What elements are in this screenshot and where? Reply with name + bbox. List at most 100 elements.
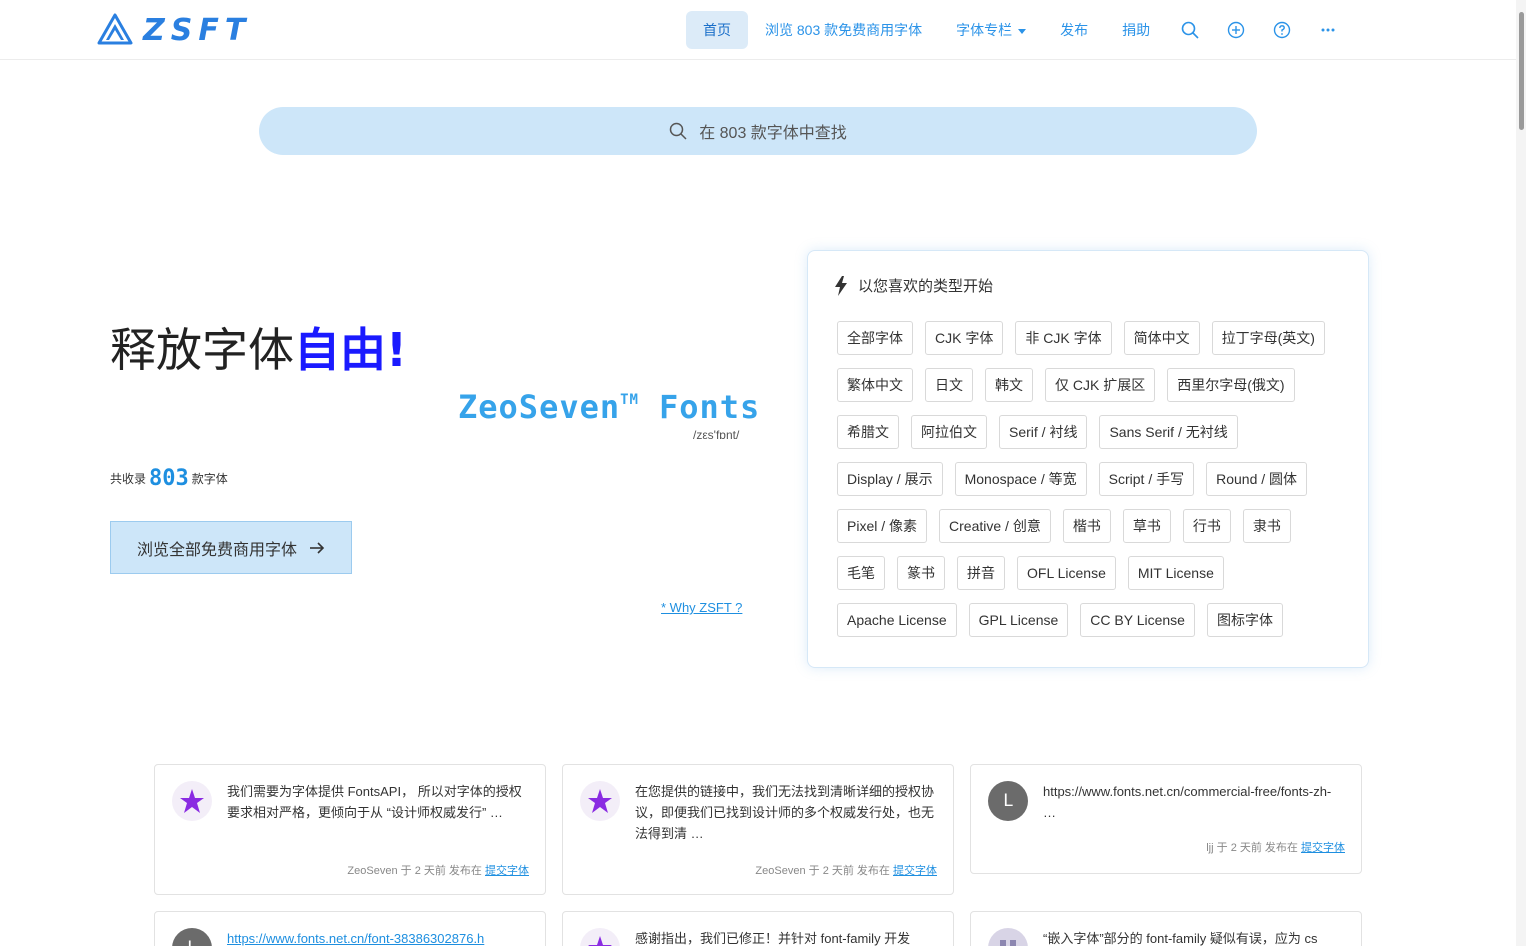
category-tag[interactable]: MIT License [1127, 556, 1224, 590]
comment-source-link[interactable]: 提交字体 [1301, 842, 1345, 854]
avatar [988, 928, 1028, 946]
hero-title: 释放字体自由! [110, 314, 407, 380]
scrollbar-thumb[interactable] [1519, 12, 1524, 130]
avatar [580, 928, 620, 946]
nav-font-columns-label: 字体专栏 [956, 22, 1013, 38]
site-logo[interactable]: ZSFT [97, 12, 252, 48]
comment-time: 于 2 天前 发布在 [808, 865, 890, 877]
category-tag[interactable]: 楷书 [1062, 509, 1111, 543]
hero-title-accent: 自由 [294, 323, 386, 377]
category-tag[interactable]: CC BY License [1080, 603, 1195, 637]
category-tag[interactable]: 拼音 [957, 556, 1005, 590]
comment-meta: ZeoSeven 于 2 天前 发布在 提交字体 [755, 862, 937, 878]
comment-card[interactable]: L https://www.fonts.net.cn/commercial-fr… [970, 764, 1362, 874]
category-tag[interactable]: Serif / 衬线 [999, 415, 1088, 449]
comment-source-link[interactable]: 提交字体 [485, 865, 529, 877]
comment-card[interactable]: 我们需要为字体提供 FontsAPI， 所以对字体的授权要求相对严格，更倾向于从… [154, 764, 546, 895]
comment-text: 我们需要为字体提供 FontsAPI， 所以对字体的授权要求相对严格，更倾向于从… [227, 784, 522, 820]
category-tag[interactable]: OFL License [1017, 556, 1116, 590]
main-nav: 首页 浏览 803 款免费商用字体 字体专栏 发布 捐助 [686, 11, 1351, 49]
help-icon[interactable] [1259, 11, 1305, 49]
category-tag[interactable]: GPL License [968, 603, 1069, 637]
category-tag[interactable]: 简体中文 [1123, 321, 1200, 355]
category-tag[interactable]: Round / 圆体 [1206, 462, 1308, 496]
category-tag[interactable]: CJK 字体 [925, 321, 1004, 355]
category-tag[interactable]: Script / 手写 [1098, 462, 1195, 496]
comment-time: 于 2 天前 发布在 [400, 865, 482, 877]
font-search-bar[interactable]: 在 803 款字体中查找 [259, 107, 1257, 155]
category-tag[interactable]: 拉丁字母(英文) [1211, 321, 1325, 355]
brand-phonetic: /zεs'fɒnt/ [693, 428, 740, 442]
category-tag[interactable]: 仅 CJK 扩展区 [1045, 368, 1156, 402]
browse-all-fonts-label: 浏览全部免费商用字体 [136, 541, 297, 559]
font-count-number: 803 [149, 466, 189, 491]
nav-font-columns[interactable]: 字体专栏 [939, 11, 1043, 49]
nav-donate[interactable]: 捐助 [1105, 11, 1167, 49]
hero-title-suffix: ! [386, 323, 407, 377]
font-count: 共收录 803 款字体 [110, 466, 228, 491]
browse-all-fonts-button[interactable]: 浏览全部免费商用字体 [110, 521, 352, 574]
category-tag[interactable]: 全部字体 [837, 321, 913, 355]
category-tag[interactable]: Sans Serif / 无衬线 [1099, 415, 1238, 449]
category-tag[interactable]: 行书 [1182, 509, 1231, 543]
star-avatar-icon [180, 789, 204, 813]
category-card: 以您喜欢的类型开始 全部字体 CJK 字体非 CJK 字体 简体中文 拉丁字母(英文)… [807, 250, 1369, 668]
comment-text[interactable]: https://www.fonts.net.cn/font-3838630287… [227, 928, 527, 946]
comment-text: https://www.fonts.net.cn/commercial-free… [1043, 784, 1332, 820]
category-tag[interactable]: 韩文 [985, 368, 1033, 402]
nav-publish[interactable]: 发布 [1043, 11, 1105, 49]
comment-source-link[interactable]: 提交字体 [893, 865, 937, 877]
search-icon [669, 122, 687, 140]
category-tag[interactable]: Monospace / 等宽 [954, 462, 1087, 496]
avatar [172, 781, 212, 821]
category-tag[interactable]: 篆书 [897, 556, 945, 590]
category-tag[interactable]: 繁体中文 [837, 368, 913, 402]
category-tag[interactable]: Pixel / 像素 [837, 509, 928, 543]
category-heading: 以您喜欢的类型开始 [834, 275, 993, 296]
font-count-prefix: 共收录 [110, 472, 147, 486]
more-icon[interactable] [1305, 11, 1351, 49]
category-tag[interactable]: Apache License [837, 603, 957, 637]
search-icon[interactable] [1167, 11, 1213, 49]
category-tags: 全部字体 CJK 字体非 CJK 字体 简体中文 拉丁字母(英文) 繁体中文 日文 韩文仅 … [837, 321, 1347, 637]
category-tag[interactable]: 毛笔 [837, 556, 885, 590]
lightning-icon [835, 275, 847, 296]
comment-author: ljj [1206, 842, 1214, 854]
font-count-suffix: 款字体 [191, 472, 228, 486]
comment-card[interactable]: 在您提供的链接中，我们无法找到清晰详细的授权协议，即便我们已找到设计师的多个权威… [562, 764, 954, 895]
category-tag[interactable]: 日文 [925, 368, 973, 402]
comment-meta: ljj 于 2 天前 发布在 提交字体 [1206, 839, 1345, 855]
why-zsft-link[interactable]: * Why ZSFT ? [661, 600, 742, 615]
logo-mark-icon [97, 13, 133, 45]
nav-browse-fonts[interactable]: 浏览 803 款免费商用字体 [748, 11, 939, 49]
comment-card[interactable]: L https://www.fonts.net.cn/font-38386302… [154, 911, 546, 946]
comment-time: 于 2 天前 发布在 [1216, 842, 1298, 854]
comment-text: 在您提供的链接中，我们无法找到清晰详细的授权协议，即便我们已找到设计师的多个权威… [635, 784, 935, 841]
logo-text: ZSFT [143, 12, 252, 48]
hero-title-prefix: 释放字体 [110, 323, 294, 377]
category-tag[interactable]: Display / 展示 [837, 462, 943, 496]
category-tag[interactable]: 图标字体 [1206, 603, 1283, 637]
brand-fonts: Fonts [658, 388, 761, 426]
comment-meta: ZeoSeven 于 2 天前 发布在 提交字体 [347, 862, 529, 878]
category-tag[interactable]: 阿拉伯文 [911, 415, 987, 449]
category-tag[interactable]: 隶书 [1242, 509, 1291, 543]
comment-author: ZeoSeven [347, 865, 398, 877]
category-tag[interactable]: 西里尔字母(俄文) [1167, 368, 1295, 402]
comment-card[interactable]: 感谢指出，我们已修正！并针对 font-family 开发 [562, 911, 954, 946]
scrollbar[interactable] [1516, 0, 1526, 946]
arrow-right-icon [310, 541, 325, 554]
star-avatar-icon [588, 936, 612, 946]
avatar: L [988, 781, 1028, 821]
chevron-down-icon [1018, 28, 1027, 34]
brand-wordmark: ZeoSevenTM Fonts [458, 388, 760, 426]
comment-card[interactable]: “嵌入字体”部分的 font-family 疑似有误，应为 cs [970, 911, 1362, 946]
category-tag[interactable]: 草书 [1122, 509, 1171, 543]
add-circle-icon[interactable] [1213, 11, 1259, 49]
category-tag[interactable]: Creative / 创意 [939, 509, 1051, 543]
site-header: ZSFT 首页 浏览 803 款免费商用字体 字体专栏 发布 捐助 [0, 0, 1516, 60]
category-tag[interactable]: 希腊文 [837, 415, 899, 449]
nav-home[interactable]: 首页 [686, 11, 748, 49]
category-tag[interactable]: 非 CJK 字体 [1015, 321, 1112, 355]
search-placeholder: 在 803 款字体中查找 [699, 125, 847, 142]
